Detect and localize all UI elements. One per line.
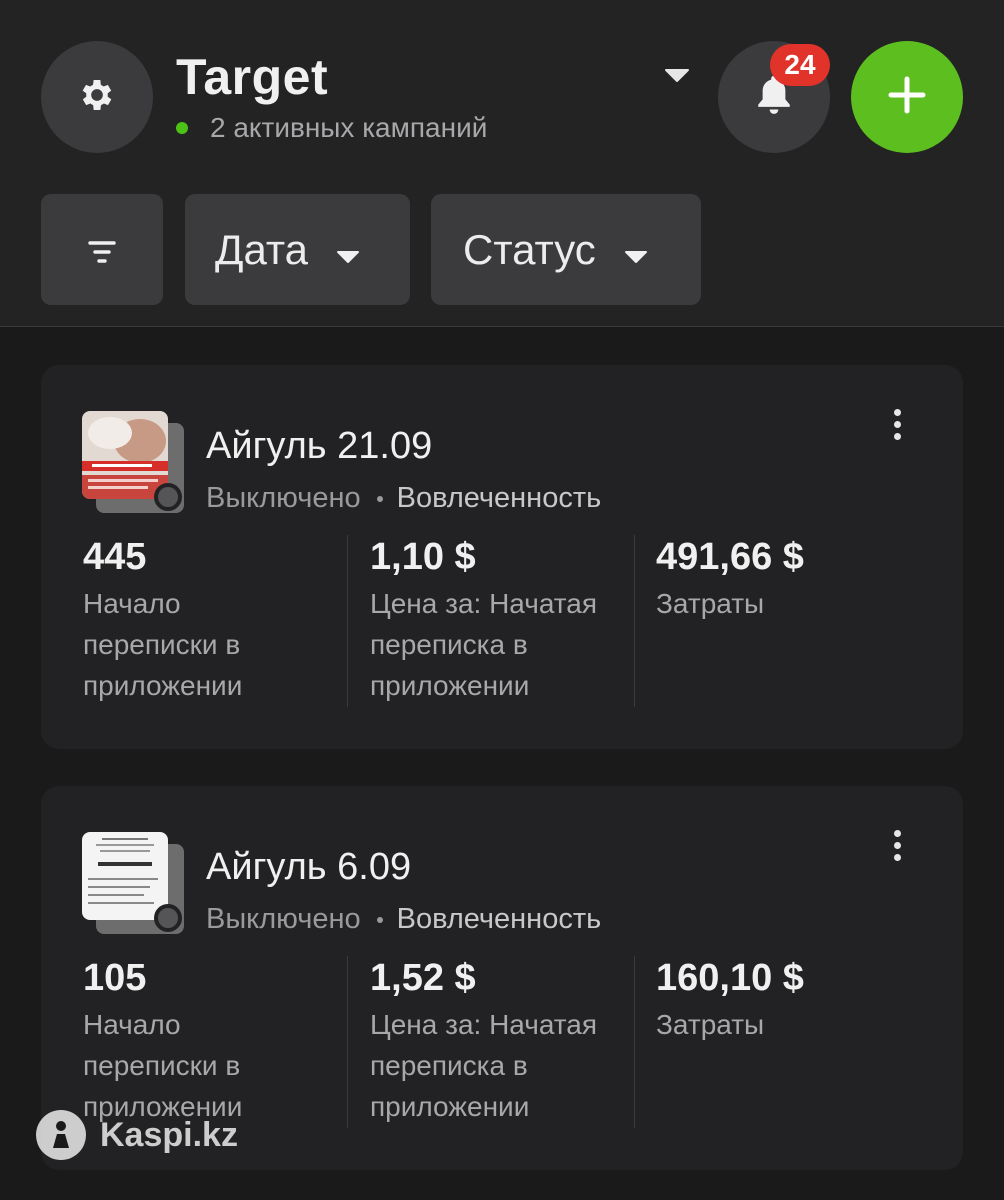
metric-value: 491,66 $ [656,536,804,578]
metric-value: 105 [83,957,147,999]
caret-down-icon[interactable] [664,68,690,89]
caret-down-icon [336,226,360,274]
date-filter-label: Дата [215,225,309,273]
metric-conversations: 445 Начало переписки в приложении [83,535,363,706]
metric-label: Начало переписки в приложении [83,1009,243,1122]
status-filter-label: Статус [463,225,596,273]
notification-count-badge: 24 [770,44,830,86]
active-status-dot [176,122,188,134]
metric-value: 160,10 $ [656,957,804,999]
metric-divider [634,535,635,707]
more-vertical-icon[interactable] [889,830,905,866]
campaign-name: Айгуль 6.09 [206,846,412,888]
ad-creative-image [82,411,168,499]
filter-icon [87,226,117,274]
gear-icon [77,75,117,120]
metric-conversations: 105 Начало переписки в приложении [83,956,363,1127]
metric-value: 1,52 $ [370,957,476,999]
add-campaign-button[interactable] [851,41,963,153]
filter-button[interactable] [41,194,163,305]
campaign-status-dot [154,483,182,511]
active-campaigns-text: 2 активных кампаний [210,112,488,143]
status-filter-dropdown[interactable]: Статус [431,194,701,305]
ad-creative-image [82,832,168,920]
metric-cost-per-result: 1,52 $ Цена за: Начатая переписка в прил… [370,956,650,1127]
caret-down-icon [624,226,648,274]
campaign-meta: Выключено Вовлеченность [206,482,601,515]
campaign-card[interactable]: Айгуль 21.09 Выключено Вовлеченность 445… [41,365,963,749]
active-campaigns-status: 2 активных кампаний [176,112,487,144]
campaign-objective: Вовлеченность [396,482,602,514]
separator-dot [376,495,383,502]
separator-dot [376,916,383,923]
page-title: Target [176,49,329,105]
date-filter-dropdown[interactable]: Дата [185,194,410,305]
plus-icon [887,75,927,120]
more-vertical-icon[interactable] [889,409,905,445]
campaign-thumbnail [82,832,184,934]
kaspi-logo-icon [36,1110,86,1160]
metric-divider [347,956,348,1128]
settings-button[interactable] [41,41,153,153]
metric-divider [347,535,348,707]
watermark: Kaspi.kz [36,1110,238,1160]
campaign-meta: Выключено Вовлеченность [206,903,601,936]
metric-label: Цена за: Начатая переписка в приложении [370,588,598,701]
campaign-status: Выключено [206,903,361,935]
metric-label: Затраты [656,1009,765,1040]
top-bar: Target 2 активных кампаний 24 Дата Стату… [0,0,1004,327]
campaign-name: Айгуль 21.09 [206,425,433,467]
campaign-objective: Вовлеченность [396,903,602,935]
metric-label: Начало переписки в приложении [83,588,243,701]
campaign-status: Выключено [206,482,361,514]
metric-label: Цена за: Начатая переписка в приложении [370,1009,598,1122]
metric-value: 445 [83,536,147,578]
metric-spend: 160,10 $ Затраты [656,956,936,1045]
campaign-thumbnail [82,411,184,513]
campaign-status-dot [154,904,182,932]
metric-cost-per-result: 1,10 $ Цена за: Начатая переписка в прил… [370,535,650,706]
watermark-text: Kaspi.kz [100,1115,238,1154]
metric-label: Затраты [656,588,765,619]
metric-value: 1,10 $ [370,536,476,578]
metric-divider [634,956,635,1128]
metric-spend: 491,66 $ Затраты [656,535,936,624]
